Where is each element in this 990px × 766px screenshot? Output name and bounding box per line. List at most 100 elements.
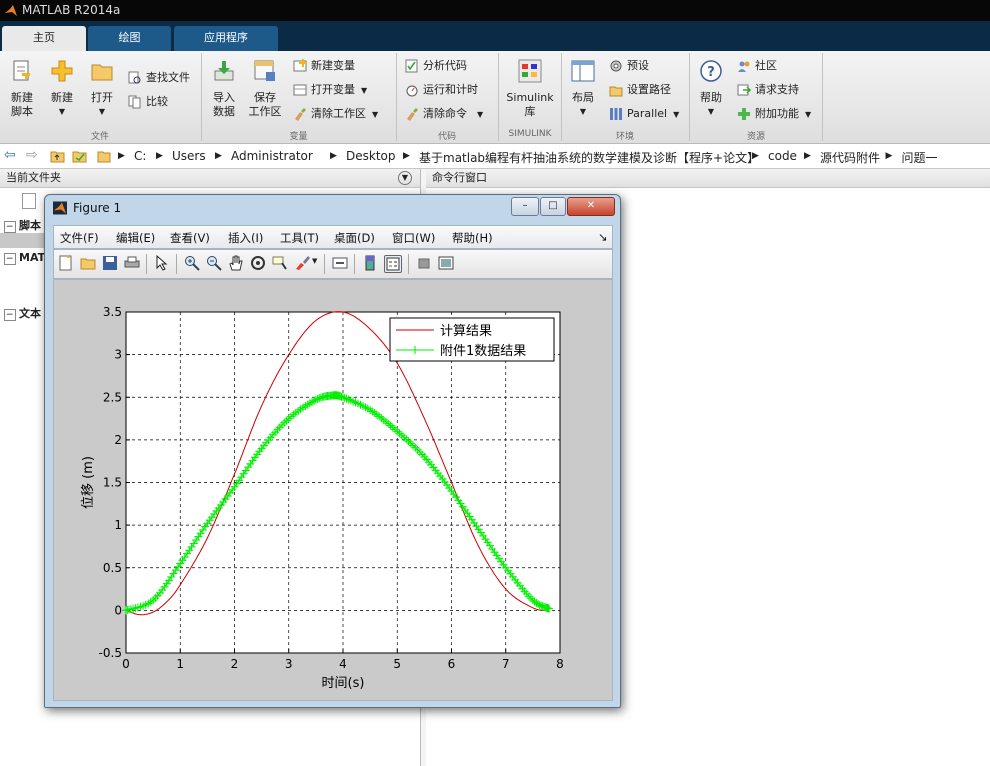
breadcrumb-separator-icon[interactable]: ▶	[215, 151, 222, 161]
plot-area[interactable]: 0 1 2 3 4 5 6 7 8-0.500.511.522.533.5时间(s)位移 (m)…	[54, 280, 612, 700]
collapse-icon[interactable]: −	[4, 253, 16, 265]
tree-node-text[interactable]: − 文本	[4, 305, 41, 321]
selected-row[interactable]	[0, 233, 44, 248]
breadcrumb-separator-icon[interactable]: ▶	[752, 151, 759, 161]
address-bar: ⇦ ⇨ ▶ C: ▶ Users ▶ Administrator ▶ Desktop ▶ 基于ma…	[0, 144, 990, 169]
find-files-button[interactable]: 查找文件	[128, 69, 190, 87]
zoom-in-icon[interactable]	[184, 255, 200, 271]
figure-canvas[interactable]: 0 1 2 3 4 5 6 7 8 -0.5 0 0.5 1 1.5 2 2.5 3 3.5 时间(s) 位移 (m)…	[53, 279, 613, 701]
breadcrumb-item[interactable]: code	[768, 149, 797, 163]
open-variable-button[interactable]: 打开变量 ▼	[293, 81, 367, 99]
pointer-icon[interactable]	[154, 255, 170, 271]
analyze-code-icon	[405, 59, 418, 73]
brush-dropdown-icon[interactable]: ▼	[312, 257, 317, 265]
figure-toolbar: ▼	[53, 249, 613, 279]
breadcrumb-separator-icon[interactable]: ▶	[403, 151, 410, 161]
collapse-icon[interactable]: −	[4, 221, 16, 233]
show-plot-tools-icon[interactable]	[438, 255, 454, 271]
analyze-code-button[interactable]: 分析代码	[405, 57, 467, 75]
y-axis-label: 位移 (m)	[81, 456, 96, 509]
breadcrumb-separator-icon[interactable]: ▶	[804, 151, 811, 161]
add-ons-dropdown-icon[interactable]: ▼	[805, 110, 811, 119]
breadcrumb-item[interactable]: 基于matlab编程有杆抽油系统的数学建模及诊断【程序+论文】	[419, 149, 759, 166]
save-icon[interactable]	[102, 255, 118, 271]
set-path-button[interactable]: 设置路径	[609, 81, 671, 99]
data-cursor-icon[interactable]	[272, 255, 288, 271]
breadcrumb-separator-icon[interactable]: ▶	[886, 151, 893, 161]
tab-plots[interactable]: 绘图	[88, 26, 171, 51]
brush-icon[interactable]	[294, 255, 310, 271]
panel-options-icon[interactable]: ▼	[398, 171, 412, 185]
figure-menu-item[interactable]: 插入(I)	[228, 230, 263, 246]
preferences-button[interactable]: 预设	[609, 57, 649, 75]
open-file-icon[interactable]	[80, 255, 96, 271]
save-workspace-button[interactable]: 保存 工作区	[246, 59, 284, 119]
breadcrumb-item[interactable]: 问题一	[902, 149, 938, 166]
tree-node-label: 文本	[19, 307, 42, 320]
back-arrow-icon[interactable]: ⇦	[4, 147, 16, 163]
clear-workspace-button[interactable]: 清除工作区 ▼	[293, 105, 378, 123]
print-icon[interactable]	[124, 255, 140, 271]
link-plot-icon[interactable]	[332, 255, 348, 271]
new-script-button[interactable]: 新建 脚本	[4, 59, 40, 119]
breadcrumb-separator-icon[interactable]: ▶	[330, 151, 337, 161]
figure-menu-item[interactable]: 桌面(D)	[334, 230, 375, 246]
clear-commands-button[interactable]: 清除命令 ▼	[405, 105, 483, 123]
x-tick-label: 7	[502, 657, 510, 671]
add-ons-button[interactable]: 附加功能 ▼	[737, 105, 811, 123]
new-figure-icon[interactable]	[58, 255, 74, 271]
figure-menu-item[interactable]: 帮助(H)	[452, 230, 493, 246]
breadcrumb-item[interactable]: Desktop	[346, 149, 396, 163]
forward-arrow-icon[interactable]: ⇨	[26, 147, 38, 163]
import-data-button[interactable]: 导入 数据	[206, 59, 242, 119]
new-variable-button[interactable]: 新建变量	[293, 57, 355, 75]
help-button[interactable]: ? 帮助 ▼	[694, 59, 728, 119]
parallel-button[interactable]: Parallel ▼	[609, 105, 679, 123]
layout-dropdown-icon: ▼	[579, 107, 587, 116]
figure-menu-item[interactable]: 编辑(E)	[116, 230, 155, 246]
open-button[interactable]: 打开 ▼	[84, 59, 120, 119]
y-tick-label: 2.5	[103, 390, 122, 404]
parallel-dropdown-icon[interactable]: ▼	[673, 110, 679, 119]
new-variable-label: 新建变量	[311, 59, 355, 72]
figure-menu-item[interactable]: 工具(T)	[280, 230, 319, 246]
breadcrumb-separator-icon[interactable]: ▶	[156, 151, 163, 161]
legend-icon[interactable]	[384, 255, 402, 273]
rotate-3d-icon[interactable]	[250, 255, 266, 271]
run-and-time-button[interactable]: 运行和计时	[405, 81, 478, 99]
breadcrumb-item[interactable]: 源代码附件	[820, 149, 880, 166]
up-folder-icon[interactable]	[50, 149, 65, 163]
layout-icon	[571, 60, 595, 82]
zoom-out-icon[interactable]	[206, 255, 222, 271]
simulink-library-button[interactable]: Simulink 库	[503, 59, 557, 119]
collapse-icon[interactable]: −	[4, 309, 16, 321]
tab-home[interactable]: 主页	[2, 26, 86, 51]
minimize-button[interactable]: –	[511, 197, 539, 216]
dock-arrow-icon[interactable]: ↘	[598, 230, 608, 244]
browse-folder-icon[interactable]	[72, 149, 87, 163]
figure-menu-item[interactable]: 文件(F)	[60, 230, 99, 246]
close-button[interactable]: ✕	[567, 197, 615, 216]
breadcrumb-separator-icon[interactable]: ▶	[118, 151, 125, 161]
clear-workspace-dropdown-icon[interactable]: ▼	[372, 110, 378, 119]
request-support-button[interactable]: 请求支持	[737, 81, 799, 99]
tree-node-scripts[interactable]: − 脚本	[4, 217, 41, 233]
layout-button[interactable]: 布局 ▼	[566, 59, 600, 119]
breadcrumb-item[interactable]: C:	[134, 149, 146, 163]
colorbar-icon[interactable]	[362, 255, 378, 271]
parallel-icon	[610, 108, 622, 120]
figure-menu-item[interactable]: 窗口(W)	[392, 230, 435, 246]
hide-plot-tools-icon[interactable]	[416, 255, 432, 271]
community-button[interactable]: 社区	[737, 57, 777, 75]
new-button[interactable]: 新建 ▼	[44, 59, 80, 119]
tab-apps[interactable]: 应用程序	[174, 26, 278, 51]
pan-icon[interactable]	[228, 255, 244, 271]
clear-commands-dropdown-icon[interactable]: ▼	[477, 110, 483, 119]
open-variable-dropdown-icon[interactable]: ▼	[361, 86, 367, 95]
breadcrumb-item[interactable]: Users	[172, 149, 206, 163]
figure-menu-item[interactable]: 查看(V)	[170, 230, 210, 246]
breadcrumb-item[interactable]: Administrator	[231, 149, 313, 163]
maximize-button[interactable]: □	[540, 197, 566, 216]
compare-button[interactable]: 比较	[128, 93, 168, 111]
toolbar-separator	[146, 254, 147, 274]
